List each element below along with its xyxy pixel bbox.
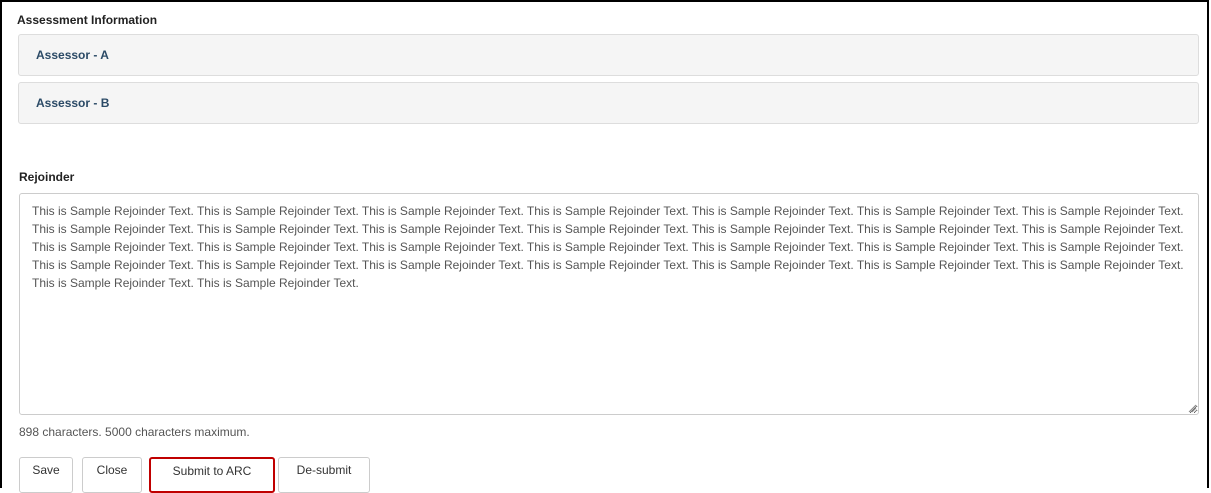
accordion-panel-assessor-b[interactable]: Assessor - B	[18, 82, 1199, 124]
rejoinder-textarea[interactable]: This is Sample Rejoinder Text. This is S…	[19, 193, 1199, 415]
section-heading-assessment-information: Assessment Information	[17, 13, 158, 27]
accordion-panel-assessor-a[interactable]: Assessor - A	[18, 34, 1199, 76]
panel-title-assessor-a: Assessor - A	[36, 48, 109, 62]
panel-title-assessor-b: Assessor - B	[36, 96, 110, 110]
character-count: 898 characters. 5000 characters maximum.	[19, 425, 250, 439]
rejoinder-label: Rejoinder	[19, 170, 75, 184]
